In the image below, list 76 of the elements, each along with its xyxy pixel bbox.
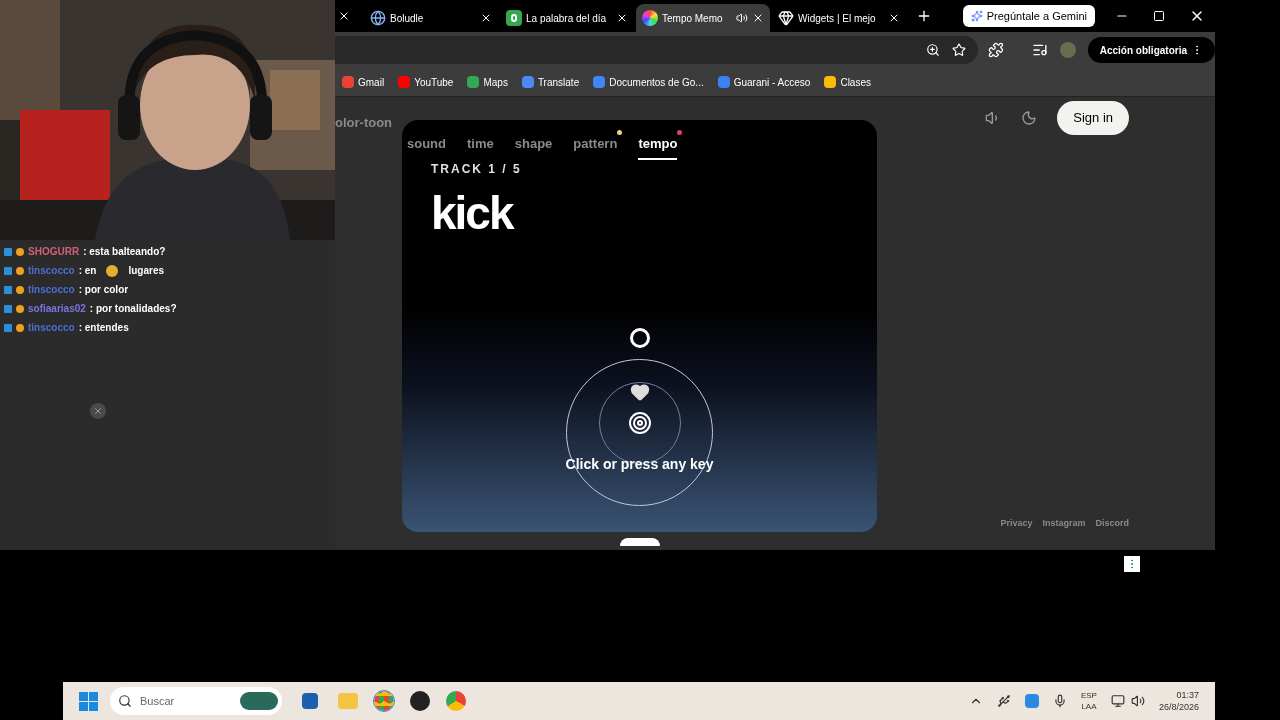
chat-message: : esta balteando? [83, 245, 166, 259]
tab-title: Widgets | El mejo [798, 11, 877, 26]
windows-icon[interactable] [79, 691, 98, 711]
browser-tab[interactable]: Boludle [364, 4, 498, 32]
extensions-icon[interactable] [988, 42, 1005, 58]
bookmark[interactable]: Clases [824, 74, 871, 90]
tab-title: Tempo Memo [662, 11, 724, 26]
prompt-text: Click or press any key [565, 454, 714, 474]
browser-tab[interactable]: Tempo Memo [636, 4, 770, 32]
mic-icon[interactable] [1052, 694, 1067, 708]
username: tinscocco [28, 321, 75, 335]
moon-icon[interactable] [1021, 110, 1038, 126]
color-wheel-icon [642, 10, 658, 26]
network-icon[interactable] [1110, 694, 1125, 708]
target-icon [627, 410, 652, 435]
footer-link[interactable]: Privacy [1000, 516, 1033, 530]
bookmark[interactable]: Translate [521, 74, 580, 90]
game-tab[interactable]: sound [407, 134, 446, 160]
scroll-handle[interactable] [619, 538, 660, 546]
browser-tab[interactable]: La palabra del día [500, 4, 634, 32]
bookmark[interactable]: YouTube [398, 74, 454, 90]
clock[interactable]: 01:37 26/8/2026 [1158, 689, 1199, 713]
action-button[interactable]: Acción obligatoria [1087, 37, 1215, 63]
gem-icon [778, 10, 794, 26]
username: SHOGURR [28, 245, 80, 259]
volume-icon[interactable] [1130, 694, 1145, 708]
sign-in-button[interactable]: Sign in [1057, 101, 1129, 135]
game-tab[interactable]: shape [514, 134, 553, 160]
footer-link[interactable]: Instagram [1042, 516, 1086, 530]
tab-title: Boludle [390, 11, 425, 26]
game-card[interactable]: sound time shape pattern tempo TRACK 1 / 5 kick Click or press any key [402, 120, 877, 532]
bookmark[interactable]: Documentos de Go... [593, 74, 704, 90]
browser-icon[interactable] [446, 691, 466, 711]
game-tab[interactable]: olor-toon [335, 115, 393, 130]
bookmark[interactable]: Gmail [342, 74, 385, 90]
game-tab[interactable]: tempo [638, 134, 678, 160]
globe-icon [370, 10, 386, 26]
close-icon [93, 406, 103, 416]
usb-icon[interactable] [996, 694, 1011, 708]
star-icon[interactable] [952, 43, 967, 57]
username: tinscocco [28, 264, 75, 278]
game-tab[interactable]: pattern [573, 134, 618, 160]
close-icon[interactable] [616, 12, 628, 24]
tab-title: La palabra del día [526, 11, 608, 26]
more-button[interactable] [1124, 556, 1140, 572]
bookmark[interactable]: Maps [467, 74, 508, 90]
browser-tab[interactable]: Widgets | El mejo [772, 4, 906, 32]
zoom-icon[interactable] [926, 43, 941, 57]
close-icon[interactable] [888, 12, 900, 24]
ring-icon [629, 327, 650, 348]
sparkle-icon [970, 10, 983, 22]
close-icon[interactable] [752, 12, 764, 24]
close-icon[interactable] [338, 10, 350, 22]
browser-icon[interactable] [374, 691, 394, 711]
footer-link[interactable]: Discord [1095, 516, 1129, 530]
heart-icon [629, 381, 650, 402]
chat-message: : en [78, 264, 97, 278]
chat-message: : por tonalidades? [89, 302, 177, 316]
chat-message: : entendes [78, 321, 129, 335]
media-icon[interactable] [1032, 42, 1048, 58]
chat-message: lugares [128, 264, 165, 278]
restore-icon[interactable] [1153, 10, 1165, 22]
chat-message: : por color [78, 283, 129, 297]
new-tab-icon[interactable] [916, 8, 932, 24]
close-button[interactable] [90, 403, 106, 419]
search-field[interactable]: Buscar [110, 687, 282, 715]
track-counter: TRACK 1 / 5 [431, 160, 522, 178]
close-icon[interactable] [480, 12, 492, 24]
gemini-button[interactable]: Pregúntale a Gemini [962, 5, 1095, 27]
language-indicator[interactable]: ESP LAA [1080, 690, 1097, 712]
sound-word: kick [431, 189, 513, 236]
username: sofiaarias02 [28, 302, 86, 316]
bookmark[interactable]: Guarani - Acceso [717, 74, 811, 90]
username: tinscocco [28, 283, 75, 297]
game-tab[interactable]: time [467, 134, 494, 160]
search-icon [118, 694, 132, 708]
